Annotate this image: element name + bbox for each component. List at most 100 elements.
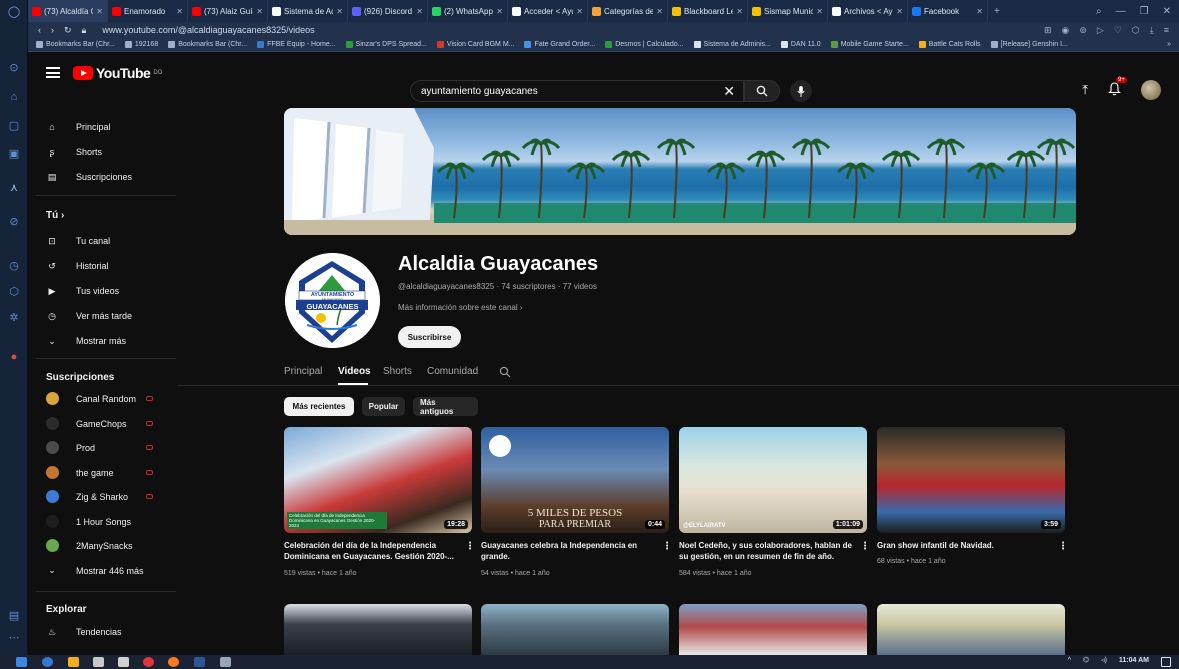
tab-comunidad[interactable]: Comunidad — [427, 366, 478, 377]
opera-logo-icon[interactable]: ◯ — [7, 4, 21, 18]
sidebar-item[interactable]: ⊡ Tu canal — [28, 230, 178, 252]
sidebar-item[interactable]: ↺ Historial — [28, 255, 178, 277]
user-avatar[interactable] — [1141, 80, 1161, 100]
menu-hamburger-icon[interactable] — [46, 67, 60, 78]
url-field[interactable]: www.youtube.com/@alcaldiaguayacanes8325/… — [102, 25, 314, 35]
search-input[interactable]: ayuntamiento guayacanes ✕ — [410, 80, 744, 102]
play-icon[interactable]: ▷ — [1097, 25, 1104, 36]
snapshot-icon[interactable]: ⊚ — [1079, 25, 1087, 36]
back-icon[interactable]: ‹ — [38, 25, 41, 35]
tab-principal[interactable]: Principal — [284, 366, 322, 377]
more-options-icon[interactable]: ⋮ — [465, 541, 475, 552]
download-icon[interactable]: ⤓ — [1150, 25, 1154, 36]
tab-close-icon[interactable]: ✕ — [816, 7, 823, 16]
sidebar-item[interactable]: ʂ Shorts — [28, 141, 178, 163]
video-thumbnail[interactable]: 3:59 — [877, 427, 1065, 533]
bookmark-item[interactable]: 192168 — [124, 41, 158, 48]
chip-oldest[interactable]: Más antiguos — [413, 397, 478, 416]
bookmark-item[interactable]: Mobile Game Starte... — [830, 41, 909, 48]
video-title[interactable]: Celebración del día de la Independencia … — [284, 540, 462, 562]
tab-close-icon[interactable]: ✕ — [96, 7, 103, 16]
channel-search-icon[interactable] — [499, 366, 511, 378]
video-thumbnail[interactable]: @ELYLAIRATV 1:01:09 — [679, 427, 867, 533]
clear-search-icon[interactable]: ✕ — [723, 83, 735, 100]
camera-icon[interactable]: ◉ — [1061, 25, 1069, 36]
upload-icon[interactable]: ⤒ — [1082, 82, 1088, 98]
start-icon[interactable] — [16, 657, 27, 667]
subscribe-button[interactable]: Suscribirse — [398, 326, 461, 348]
browser-tab[interactable]: Enamorado ✕ — [108, 0, 188, 22]
sidebar-item[interactable]: Prod — [28, 437, 178, 459]
more-options-icon[interactable]: ⋮ — [1058, 541, 1068, 552]
store-icon[interactable] — [93, 657, 104, 667]
red-app-icon[interactable]: ● — [7, 350, 21, 364]
video-title[interactable]: Noel Cedeño, y sus colaboradores, hablan… — [679, 540, 857, 562]
sidebar-item[interactable]: ♨ Tendencias — [28, 621, 178, 643]
tab-close-icon[interactable]: ✕ — [256, 7, 263, 16]
browser-tab[interactable]: (73) Alcaldía G ✕ — [28, 0, 108, 22]
video-thumbnail[interactable] — [877, 604, 1065, 655]
tab-close-icon[interactable]: ✕ — [576, 7, 583, 16]
tray-chevron-icon[interactable]: ^ — [1068, 657, 1071, 664]
video-thumbnail[interactable] — [284, 604, 472, 655]
notifications-center-icon[interactable] — [1161, 657, 1171, 667]
chip-recent[interactable]: Más recientes — [284, 397, 354, 416]
video-thumbnail[interactable]: 5 MILES DE PESOS PARA PREMIAR 0:44 — [481, 427, 669, 533]
file-explorer-icon[interactable] — [68, 657, 79, 667]
chip-popular[interactable]: Popular — [362, 397, 405, 416]
firefox-icon[interactable] — [168, 657, 179, 667]
sidebar-item[interactable]: ▤ Suscripciones — [28, 166, 178, 188]
sidebar-item[interactable]: ⌄ Mostrar más — [28, 330, 178, 352]
browser-tab[interactable]: Archivos < Ayu ✕ — [828, 0, 908, 22]
extensions-icon[interactable]: ⬡ — [1132, 25, 1140, 36]
bookmark-item[interactable]: [Release] Genshin I... — [990, 41, 1068, 48]
browser-tab[interactable]: (2) WhatsApp ✕ — [428, 0, 508, 22]
browser-tab[interactable]: Acceder < Ayu ✕ — [508, 0, 588, 22]
speed-dial-icon[interactable]: ⊙ — [7, 60, 21, 74]
sidebar-item[interactable]: 2ManySnacks — [28, 535, 178, 557]
browser-tab[interactable]: Facebook ✕ — [908, 0, 988, 22]
youtube-logo[interactable]: YouTube DO — [73, 65, 162, 81]
history-sidebar-icon[interactable]: ◷ — [7, 258, 21, 272]
sidebar-item[interactable]: 1 Hour Songs — [28, 511, 178, 533]
workspaces-icon[interactable]: ▤ — [7, 608, 21, 622]
tab-close-icon[interactable]: ✕ — [496, 7, 503, 16]
sidebar-item[interactable]: the game — [28, 462, 178, 484]
tab-close-icon[interactable]: ✕ — [976, 7, 983, 16]
bookmark-item[interactable]: DAN 11.0 — [780, 41, 821, 48]
bookmark-item[interactable]: Sinzar's DPS Spread... — [345, 41, 427, 48]
messenger-icon[interactable]: ▢ — [7, 118, 21, 132]
tab-shorts[interactable]: Shorts — [383, 366, 412, 377]
sidebar-item[interactable]: ⌂ Principal — [28, 116, 178, 138]
new-tab-icon[interactable]: + — [988, 6, 1006, 17]
more-options-icon[interactable]: ⋮ — [662, 541, 672, 552]
search-tabs-icon[interactable]: ⌕ — [1096, 6, 1102, 17]
more-options-icon[interactable]: ⋮ — [860, 541, 870, 552]
minimize-icon[interactable]: — — [1116, 6, 1126, 17]
browser-tab[interactable]: Sismap Munici ✕ — [748, 0, 828, 22]
close-window-icon[interactable]: ✕ — [1163, 6, 1171, 17]
tab-videos[interactable]: Videos — [338, 366, 371, 377]
edge-icon[interactable] — [42, 657, 53, 667]
tab-close-icon[interactable]: ✕ — [416, 7, 423, 16]
notifications-button[interactable]: 9+ — [1108, 76, 1127, 99]
tab-close-icon[interactable]: ✕ — [896, 7, 903, 16]
tab-close-icon[interactable]: ✕ — [336, 7, 343, 16]
browser-tab[interactable]: (926) Discord | ✕ — [348, 0, 428, 22]
forward-icon[interactable]: › — [51, 25, 54, 35]
opera-taskbar-icon[interactable] — [143, 657, 154, 667]
tray-volume-icon[interactable]: ◃) — [1101, 657, 1107, 664]
app-icon[interactable] — [220, 657, 231, 667]
whatsapp-icon[interactable]: ▣ — [7, 146, 21, 160]
browser-tab[interactable]: Sistema de Adm✕ — [268, 0, 348, 22]
word-icon[interactable] — [194, 657, 205, 667]
tab-close-icon[interactable]: ✕ — [656, 7, 663, 16]
video-title[interactable]: Gran show infantil de Navidad. — [877, 540, 1055, 551]
more-info-link[interactable]: Más información sobre este canal › — [398, 303, 523, 312]
bookmark-item[interactable]: Battle Cats Rolls — [918, 41, 981, 48]
more-sidebar-icon[interactable]: ⋯ — [7, 630, 21, 644]
bookmark-item[interactable]: Sistema de Adminis... — [693, 41, 771, 48]
browser-tab[interactable]: Blackboard Lea✕ — [668, 0, 748, 22]
heart-icon[interactable]: ♡ — [1114, 25, 1122, 36]
bookmark-item[interactable]: Desmos | Calculado... — [605, 41, 684, 48]
